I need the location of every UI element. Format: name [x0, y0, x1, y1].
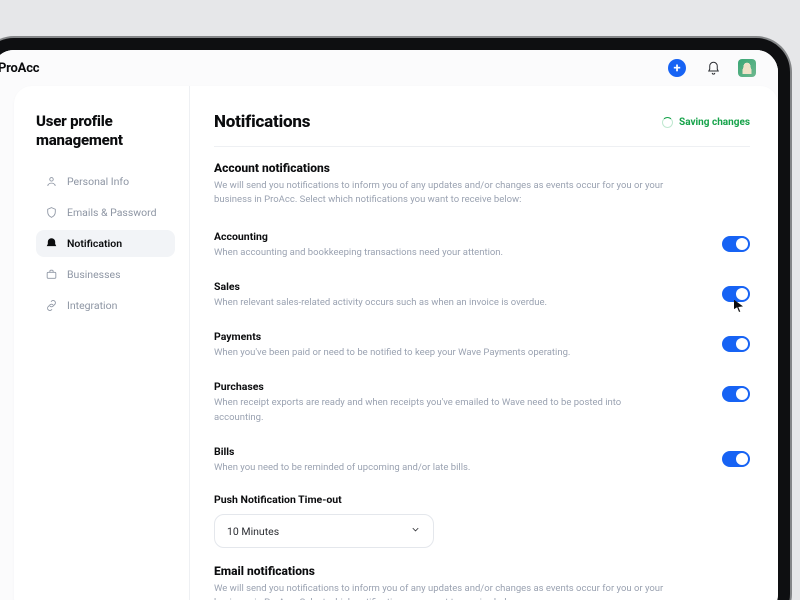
sidebar-item-label: Personal Info: [67, 175, 129, 188]
setting-desc: When you need to be reminded of upcoming…: [214, 461, 654, 475]
sidebar: User profile management Personal Info Em…: [14, 86, 190, 600]
toggle-sales[interactable]: [722, 286, 750, 302]
save-status: Saving changes: [662, 117, 750, 128]
sidebar-item-label: Notification: [67, 237, 122, 250]
main-header: Notifications Saving changes: [214, 112, 750, 147]
main-panel: Notifications Saving changes Account not…: [190, 86, 778, 600]
device-frame: ProAcc + User profile management Persona: [0, 38, 790, 600]
setting-sales: Sales When relevant sales-related activi…: [214, 272, 750, 322]
add-button[interactable]: +: [666, 57, 688, 79]
toggle-payments[interactable]: [722, 336, 750, 352]
brand-logo: ProAcc: [0, 61, 39, 76]
toggle-bills[interactable]: [722, 451, 750, 467]
page-title: Notifications: [214, 112, 310, 132]
sidebar-title: User profile management: [36, 112, 175, 150]
setting-label: Payments: [214, 330, 698, 343]
email-section-desc: We will send you notifications to inform…: [214, 582, 694, 600]
setting-desc: When receipt exports are ready and when …: [214, 396, 654, 425]
email-section-title: Email notifications: [214, 564, 750, 578]
setting-desc: When you've been paid or need to be noti…: [214, 346, 654, 360]
setting-desc: When accounting and bookkeeping transact…: [214, 246, 654, 260]
setting-label: Purchases: [214, 380, 698, 393]
content-card: User profile management Personal Info Em…: [14, 86, 778, 600]
sidebar-item-label: Businesses: [67, 268, 121, 281]
timeout-value: 10 Minutes: [227, 525, 279, 538]
timeout-select[interactable]: 10 Minutes: [214, 514, 434, 548]
toggle-purchases[interactable]: [722, 386, 750, 402]
setting-accounting: Accounting When accounting and bookkeepi…: [214, 222, 750, 272]
sidebar-item-emails-password[interactable]: Emails & Password: [36, 199, 175, 226]
chevron-down-icon: [410, 524, 421, 538]
setting-desc: When relevant sales-related activity occ…: [214, 296, 654, 310]
shield-icon: [45, 206, 58, 219]
sidebar-item-label: Emails & Password: [67, 206, 157, 219]
spinner-icon: [662, 117, 673, 128]
link-icon: [45, 299, 58, 312]
setting-purchases: Purchases When receipt exports are ready…: [214, 372, 750, 437]
setting-label: Bills: [214, 445, 698, 458]
bell-filled-icon: [45, 237, 58, 250]
avatar[interactable]: [738, 59, 756, 77]
save-status-label: Saving changes: [679, 117, 750, 128]
sidebar-item-notification[interactable]: Notification: [36, 230, 175, 257]
topbar: ProAcc +: [0, 50, 778, 86]
setting-payments: Payments When you've been paid or need t…: [214, 322, 750, 372]
setting-bills: Bills When you need to be reminded of up…: [214, 437, 750, 487]
sidebar-item-personal-info[interactable]: Personal Info: [36, 168, 175, 195]
briefcase-icon: [45, 268, 58, 281]
sidebar-nav: Personal Info Emails & Password Notifica…: [36, 168, 175, 319]
timeout-label: Push Notification Time-out: [214, 493, 750, 506]
notifications-button[interactable]: [702, 57, 724, 79]
timeout-field: Push Notification Time-out 10 Minutes: [214, 487, 750, 564]
account-section-title: Account notifications: [214, 161, 750, 175]
screen: ProAcc + User profile management Persona: [0, 50, 778, 600]
setting-label: Sales: [214, 280, 698, 293]
setting-label: Accounting: [214, 230, 698, 243]
sidebar-item-label: Integration: [67, 299, 117, 312]
account-section-desc: We will send you notifications to inform…: [214, 179, 694, 208]
toggle-accounting[interactable]: [722, 236, 750, 252]
user-icon: [45, 175, 58, 188]
sidebar-item-businesses[interactable]: Businesses: [36, 261, 175, 288]
sidebar-item-integration[interactable]: Integration: [36, 292, 175, 319]
plus-icon: +: [668, 59, 686, 77]
bell-icon: [706, 61, 721, 76]
